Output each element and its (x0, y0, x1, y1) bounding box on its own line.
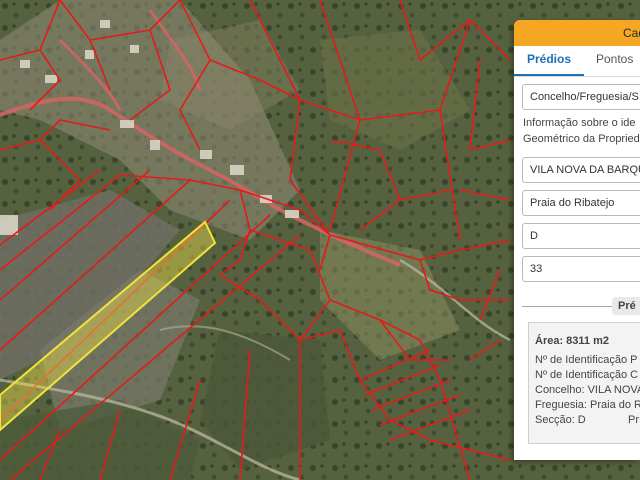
separator-line (522, 306, 622, 307)
result-seccao-extra: Pr (628, 414, 639, 426)
location-select[interactable]: Concelho/Freguesia/S (522, 84, 640, 110)
result-line-5: Secção: D Pr (535, 413, 640, 428)
panel-tabs: Prédios Pontos (514, 46, 640, 77)
result-card: Área: 8311 m2 Nº de Identificação P Nº d… (528, 322, 640, 444)
concelho-field[interactable]: VILA NOVA DA BARQU (522, 157, 640, 183)
seccao-field[interactable]: D (522, 223, 640, 249)
result-seccao: Secção: D (535, 414, 586, 426)
artigo-field[interactable]: 33 (522, 256, 640, 282)
tab-pontos[interactable]: Pontos (596, 46, 633, 76)
tab-predios[interactable]: Prédios (514, 46, 584, 76)
panel-header: Cad (514, 20, 640, 46)
separator-label: Pré (612, 297, 640, 315)
freguesia-field[interactable]: Praia do Ribatejo (522, 190, 640, 216)
info-text: Informação sobre o ide Geométrico da Pro… (523, 115, 640, 147)
result-line-1: Nº de Identificação P (535, 354, 638, 366)
result-line-3: Concelho: VILA NOVA (535, 384, 640, 396)
result-line-4: Freguesia: Praia do R (535, 399, 640, 411)
result-area: Área: 8311 m2 (535, 335, 609, 347)
info-line-2: Geométrico da Propried (523, 133, 640, 145)
info-line-1: Informação sobre o ide (523, 117, 636, 129)
cadastre-panel: Cad Prédios Pontos Concelho/Freguesia/S … (514, 20, 640, 460)
result-line-2: Nº de Identificação C (535, 369, 639, 381)
